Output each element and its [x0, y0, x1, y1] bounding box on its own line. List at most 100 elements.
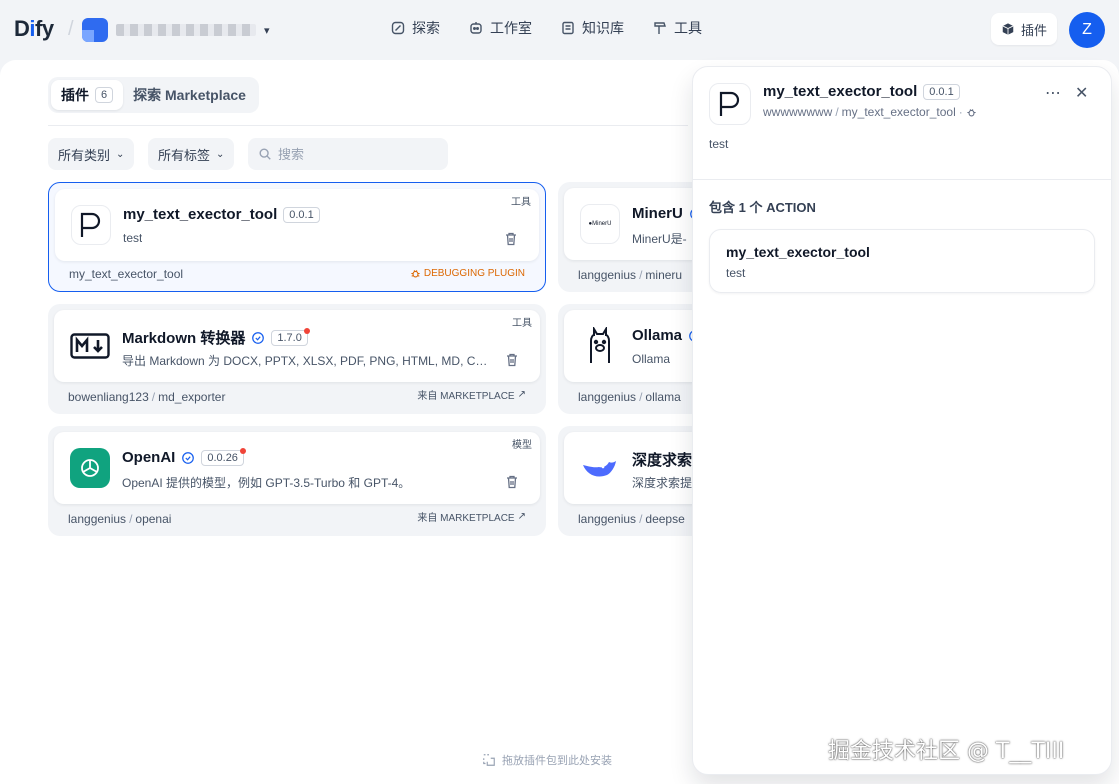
version-text: 1.7.0: [277, 331, 302, 344]
version-badge: 1.7.0: [271, 327, 310, 346]
user-avatar[interactable]: Z: [1069, 12, 1105, 48]
whale-logo-icon: [580, 448, 620, 488]
card-body: OpenAI 0.0.26 OpenAI 提供的模型，例如 GPT-3.5-Tu…: [54, 432, 540, 504]
main-nav: 探索 工作室 知识库 工具: [390, 18, 702, 38]
plugins-button[interactable]: 插件: [991, 13, 1058, 45]
plugin-card-deepseek[interactable]: 深度求索 深度求索提 langgenius / deepse: [558, 426, 693, 536]
org-name: langgenius: [68, 512, 127, 526]
card-name: OpenAI: [122, 449, 176, 466]
plugin-card-openai[interactable]: OpenAI 0.0.26 OpenAI 提供的模型，例如 GPT-3.5-Tu…: [48, 426, 546, 536]
trash-icon[interactable]: [504, 352, 520, 368]
plugin-card-my-text-exector-tool[interactable]: my_text_exector_tool 0.0.1 test 工具 my_te…: [48, 182, 546, 292]
org-name: langgenius: [578, 512, 637, 526]
drop-hint-text: 拖放插件包到此处安装: [502, 755, 612, 767]
card-title: MinerU: [632, 205, 693, 222]
mineru-logo-icon: ●MinerU: [580, 204, 620, 244]
trash-icon[interactable]: [503, 231, 519, 247]
card-title: Ollama: [632, 327, 693, 344]
workspace-switcher[interactable]: ▾: [82, 18, 270, 42]
user-initial: Z: [1082, 21, 1092, 38]
external-link-icon: ↗: [517, 389, 526, 400]
tab-marketplace[interactable]: 探索 Marketplace: [123, 80, 256, 110]
nav-explore[interactable]: 探索: [390, 18, 440, 38]
card-body: 深度求索 深度求索提: [564, 432, 693, 504]
plugin-card-markdown-exporter[interactable]: Markdown 转换器 1.7.0 导出 Markdown 为 DOCX, P…: [48, 304, 546, 414]
org-name: bowenliang123: [68, 390, 149, 404]
close-icon[interactable]: ✕: [1075, 83, 1088, 103]
nav-tools[interactable]: 工具: [652, 18, 702, 38]
update-dot: [239, 447, 246, 454]
llama-logo-icon: [580, 326, 620, 366]
marketplace-badge-label: 来自 MARKETPLACE: [417, 513, 515, 524]
drawer-org: wwwwwwww: [763, 105, 833, 119]
chevron-down-icon: ▾: [264, 24, 270, 37]
robot-icon: [470, 22, 482, 34]
p-logo-icon: [709, 83, 751, 125]
search-input[interactable]: [278, 146, 428, 162]
marketplace-badge[interactable]: 来自 MARKETPLACE ↗: [417, 509, 526, 524]
tab-plugins[interactable]: 插件 6: [51, 80, 124, 110]
org-name: langgenius: [578, 268, 637, 282]
card-name: Markdown 转换器: [122, 330, 246, 347]
breadcrumb-separator: /: [68, 18, 74, 40]
cube-icon: [1002, 23, 1014, 35]
package-name: deepse: [645, 512, 685, 526]
card-title: OpenAI 0.0.26: [122, 447, 246, 466]
card-package: langgenius / mineru: [578, 268, 683, 282]
chevron-down-icon: ⌄: [216, 148, 225, 160]
verified-icon: [182, 451, 195, 464]
drawer-plugin-name: my_text_exector_tool: [763, 83, 918, 100]
tags-filter-label: 所有标签: [158, 147, 211, 163]
action-item[interactable]: my_text_exector_tool test: [709, 229, 1095, 293]
card-package: my_text_exector_tool: [69, 267, 183, 281]
marketplace-badge[interactable]: 来自 MARKETPLACE ↗: [417, 387, 526, 402]
version-text: 0.0.26: [207, 451, 238, 464]
card-body: Ollama Ollama: [564, 310, 693, 382]
package-name: ollama: [645, 390, 681, 404]
card-body: my_text_exector_tool 0.0.1 test: [55, 189, 539, 261]
plugin-card-mineru[interactable]: ●MinerU MinerU MinerU是- langgenius / miner…: [558, 182, 693, 292]
drawer-package: wwwwwwww / my_text_exector_tool ·: [763, 105, 977, 119]
watermark: 掘金技术社区 @ T__TIII: [828, 739, 1065, 764]
card-description: MinerU是-: [632, 232, 687, 246]
nav-knowledge-label: 知识库: [582, 20, 624, 36]
actions-heading: 包含 1 个 ACTION: [709, 200, 816, 215]
card-description: Ollama: [632, 352, 671, 366]
plugin-card-ollama[interactable]: Ollama Ollama langgenius / ollama: [558, 304, 693, 414]
nav-studio-label: 工作室: [490, 20, 532, 36]
debugging-badge-label: DEBUGGING PLUGIN: [423, 268, 525, 279]
openai-logo-icon: [70, 448, 110, 488]
nav-studio[interactable]: 工作室: [468, 18, 532, 38]
plugins-button-label: 插件: [1021, 22, 1048, 38]
type-tag: 工具: [511, 197, 531, 208]
version-badge: 0.0.1: [283, 206, 320, 223]
verified-icon: [252, 331, 265, 344]
type-tag: 模型: [512, 440, 532, 451]
card-description: test: [123, 231, 143, 245]
trash-icon[interactable]: [504, 474, 520, 490]
nav-knowledge[interactable]: 知识库: [560, 18, 624, 38]
category-filter[interactable]: 所有类别 ⌄: [48, 138, 135, 170]
card-description: 深度求索提: [632, 476, 693, 490]
card-title: my_text_exector_tool 0.0.1: [123, 206, 320, 223]
more-options-icon[interactable]: ⋯: [1045, 83, 1062, 103]
tags-filter[interactable]: 所有标签 ⌄: [148, 138, 235, 170]
version-badge: 0.0.1: [923, 83, 960, 100]
workspace-avatar: [82, 18, 108, 42]
p-logo-icon: [71, 205, 111, 245]
search-box: [248, 138, 448, 170]
drag-drop-icon: [483, 754, 495, 766]
drawer-pkg: my_text_exector_tool: [841, 105, 956, 119]
top-bar: Dify / ▾ 探索 工作室 知识库 工具 插件 Z: [0, 0, 1119, 60]
compass-icon: [391, 21, 405, 35]
markdown-logo-icon: [70, 326, 110, 366]
marketplace-badge-label: 来自 MARKETPLACE: [417, 391, 515, 402]
package-name: md_exporter: [158, 390, 226, 404]
card-title: 深度求索: [632, 449, 692, 470]
plugin-tabs: 插件 6 探索 Marketplace: [48, 77, 259, 113]
plugin-count-badge: 6: [95, 87, 114, 103]
package-name: mineru: [645, 268, 683, 282]
dify-logo[interactable]: Dify: [14, 16, 54, 42]
action-description: test: [726, 266, 746, 280]
action-name: my_text_exector_tool: [726, 244, 870, 260]
